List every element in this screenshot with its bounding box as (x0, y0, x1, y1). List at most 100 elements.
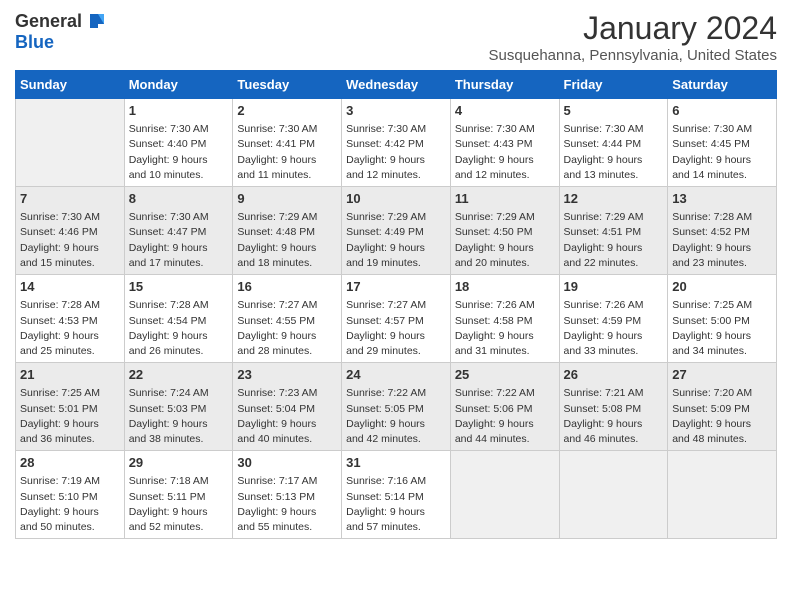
table-row: 13 Sunrise: 7:28 AM Sunset: 4:52 PM Dayli… (668, 187, 777, 275)
cell-content: Sunrise: 7:29 AM Sunset: 4:49 PM Dayligh… (346, 210, 446, 271)
day-number: 31 (346, 454, 446, 472)
table-row: 19 Sunrise: 7:26 AM Sunset: 4:59 PM Dayli… (559, 275, 668, 363)
table-row: 18 Sunrise: 7:26 AM Sunset: 4:58 PM Dayli… (450, 275, 559, 363)
cell-content: Sunrise: 7:30 AM Sunset: 4:45 PM Dayligh… (672, 122, 772, 183)
table-row: 9 Sunrise: 7:29 AM Sunset: 4:48 PM Daylig… (233, 187, 342, 275)
cell-content: Sunrise: 7:29 AM Sunset: 4:48 PM Dayligh… (237, 210, 337, 271)
calendar-table: Sunday Monday Tuesday Wednesday Thursday… (15, 70, 777, 539)
col-friday: Friday (559, 71, 668, 99)
cell-content: Sunrise: 7:16 AM Sunset: 5:14 PM Dayligh… (346, 474, 446, 535)
table-row (16, 99, 125, 187)
cell-content: Sunrise: 7:18 AM Sunset: 5:11 PM Dayligh… (129, 474, 229, 535)
day-number: 15 (129, 278, 229, 296)
title-block: January 2024 Susquehanna, Pennsylvania, … (488, 10, 777, 64)
cell-content: Sunrise: 7:20 AM Sunset: 5:09 PM Dayligh… (672, 386, 772, 447)
day-number: 18 (455, 278, 555, 296)
day-number: 21 (20, 366, 120, 384)
cell-content: Sunrise: 7:30 AM Sunset: 4:44 PM Dayligh… (564, 122, 664, 183)
day-number: 4 (455, 102, 555, 120)
table-row: 14 Sunrise: 7:28 AM Sunset: 4:53 PM Dayli… (16, 275, 125, 363)
subtitle: Susquehanna, Pennsylvania, United States (488, 47, 777, 64)
cell-content: Sunrise: 7:30 AM Sunset: 4:40 PM Dayligh… (129, 122, 229, 183)
day-number: 13 (672, 190, 772, 208)
cell-content: Sunrise: 7:28 AM Sunset: 4:52 PM Dayligh… (672, 210, 772, 271)
cell-content: Sunrise: 7:22 AM Sunset: 5:05 PM Dayligh… (346, 386, 446, 447)
calendar-week-row: 7 Sunrise: 7:30 AM Sunset: 4:46 PM Daylig… (16, 187, 777, 275)
cell-content: Sunrise: 7:19 AM Sunset: 5:10 PM Dayligh… (20, 474, 120, 535)
page-container: General Blue January 2024 Susquehanna, P… (0, 0, 792, 549)
table-row: 23Sunrise: 7:23 AM Sunset: 5:04 PM Dayli… (233, 363, 342, 451)
cell-content: Sunrise: 7:30 AM Sunset: 4:47 PM Dayligh… (129, 210, 229, 271)
header: General Blue January 2024 Susquehanna, P… (15, 10, 777, 64)
table-row: 8 Sunrise: 7:30 AM Sunset: 4:47 PM Daylig… (124, 187, 233, 275)
cell-content: Sunrise: 7:25 AM Sunset: 5:00 PM Dayligh… (672, 298, 772, 359)
day-number: 14 (20, 278, 120, 296)
day-number: 3 (346, 102, 446, 120)
cell-content: Sunrise: 7:27 AM Sunset: 4:57 PM Dayligh… (346, 298, 446, 359)
month-title: January 2024 (488, 10, 777, 47)
table-row: 5 Sunrise: 7:30 AM Sunset: 4:44 PM Daylig… (559, 99, 668, 187)
day-number: 5 (564, 102, 664, 120)
day-number: 11 (455, 190, 555, 208)
day-number: 16 (237, 278, 337, 296)
calendar-week-row: 21 Sunrise: 7:25 AM Sunset: 5:01 PM Dayli… (16, 363, 777, 451)
day-number: 28 (20, 454, 120, 472)
logo-general: General (15, 11, 82, 32)
cell-content: Sunrise: 7:30 AM Sunset: 4:46 PM Dayligh… (20, 210, 120, 271)
day-number: 25 (455, 366, 555, 384)
table-row: 26 Sunrise: 7:21 AM Sunset: 5:08 PM Dayli… (559, 363, 668, 451)
cell-content: Sunrise: 7:30 AM Sunset: 4:43 PM Dayligh… (455, 122, 555, 183)
table-row: 27 Sunrise: 7:20 AM Sunset: 5:09 PM Dayli… (668, 363, 777, 451)
table-row: 25Sunrise: 7:22 AM Sunset: 5:06 PM Dayli… (450, 363, 559, 451)
day-number: 10 (346, 190, 446, 208)
table-row: 11 Sunrise: 7:29 AM Sunset: 4:50 PM Dayli… (450, 187, 559, 275)
col-wednesday: Wednesday (342, 71, 451, 99)
day-number: 12 (564, 190, 664, 208)
col-saturday: Saturday (668, 71, 777, 99)
cell-content: Sunrise: 7:24 AM Sunset: 5:03 PM Dayligh… (129, 386, 229, 447)
calendar-header-row: Sunday Monday Tuesday Wednesday Thursday… (16, 71, 777, 99)
cell-content: Sunrise: 7:28 AM Sunset: 4:54 PM Dayligh… (129, 298, 229, 359)
cell-content: Sunrise: 7:26 AM Sunset: 4:59 PM Dayligh… (564, 298, 664, 359)
cell-content: Sunrise: 7:26 AM Sunset: 4:58 PM Dayligh… (455, 298, 555, 359)
col-monday: Monday (124, 71, 233, 99)
day-number: 23 (237, 366, 337, 384)
table-row: 22 Sunrise: 7:24 AM Sunset: 5:03 PM Dayli… (124, 363, 233, 451)
day-number: 1 (129, 102, 229, 120)
col-sunday: Sunday (16, 71, 125, 99)
table-row: 24Sunrise: 7:22 AM Sunset: 5:05 PM Dayli… (342, 363, 451, 451)
cell-content: Sunrise: 7:30 AM Sunset: 4:42 PM Dayligh… (346, 122, 446, 183)
day-number: 9 (237, 190, 337, 208)
day-number: 7 (20, 190, 120, 208)
cell-content: Sunrise: 7:29 AM Sunset: 4:50 PM Dayligh… (455, 210, 555, 271)
col-tuesday: Tuesday (233, 71, 342, 99)
table-row: 12Sunrise: 7:29 AM Sunset: 4:51 PM Dayli… (559, 187, 668, 275)
calendar-week-row: 14 Sunrise: 7:28 AM Sunset: 4:53 PM Dayli… (16, 275, 777, 363)
table-row: 30Sunrise: 7:17 AM Sunset: 5:13 PM Dayli… (233, 451, 342, 539)
day-number: 26 (564, 366, 664, 384)
table-row: 31 Sunrise: 7:16 AM Sunset: 5:14 PM Dayli… (342, 451, 451, 539)
cell-content: Sunrise: 7:30 AM Sunset: 4:41 PM Dayligh… (237, 122, 337, 183)
logo-blue: Blue (15, 32, 54, 53)
table-row: 7 Sunrise: 7:30 AM Sunset: 4:46 PM Daylig… (16, 187, 125, 275)
cell-content: Sunrise: 7:27 AM Sunset: 4:55 PM Dayligh… (237, 298, 337, 359)
day-number: 2 (237, 102, 337, 120)
calendar-week-row: 1 Sunrise: 7:30 AM Sunset: 4:40 PM Daylig… (16, 99, 777, 187)
day-number: 30 (237, 454, 337, 472)
logo-icon (84, 10, 106, 32)
logo: General Blue (15, 10, 106, 53)
table-row: 21 Sunrise: 7:25 AM Sunset: 5:01 PM Dayli… (16, 363, 125, 451)
table-row: 3 Sunrise: 7:30 AM Sunset: 4:42 PM Daylig… (342, 99, 451, 187)
day-number: 22 (129, 366, 229, 384)
cell-content: Sunrise: 7:25 AM Sunset: 5:01 PM Dayligh… (20, 386, 120, 447)
day-number: 27 (672, 366, 772, 384)
day-number: 8 (129, 190, 229, 208)
day-number: 19 (564, 278, 664, 296)
cell-content: Sunrise: 7:21 AM Sunset: 5:08 PM Dayligh… (564, 386, 664, 447)
table-row: 2 Sunrise: 7:30 AM Sunset: 4:41 PM Daylig… (233, 99, 342, 187)
day-number: 29 (129, 454, 229, 472)
cell-content: Sunrise: 7:28 AM Sunset: 4:53 PM Dayligh… (20, 298, 120, 359)
calendar-week-row: 28 Sunrise: 7:19 AM Sunset: 5:10 PM Dayli… (16, 451, 777, 539)
table-row (450, 451, 559, 539)
table-row: 1 Sunrise: 7:30 AM Sunset: 4:40 PM Daylig… (124, 99, 233, 187)
